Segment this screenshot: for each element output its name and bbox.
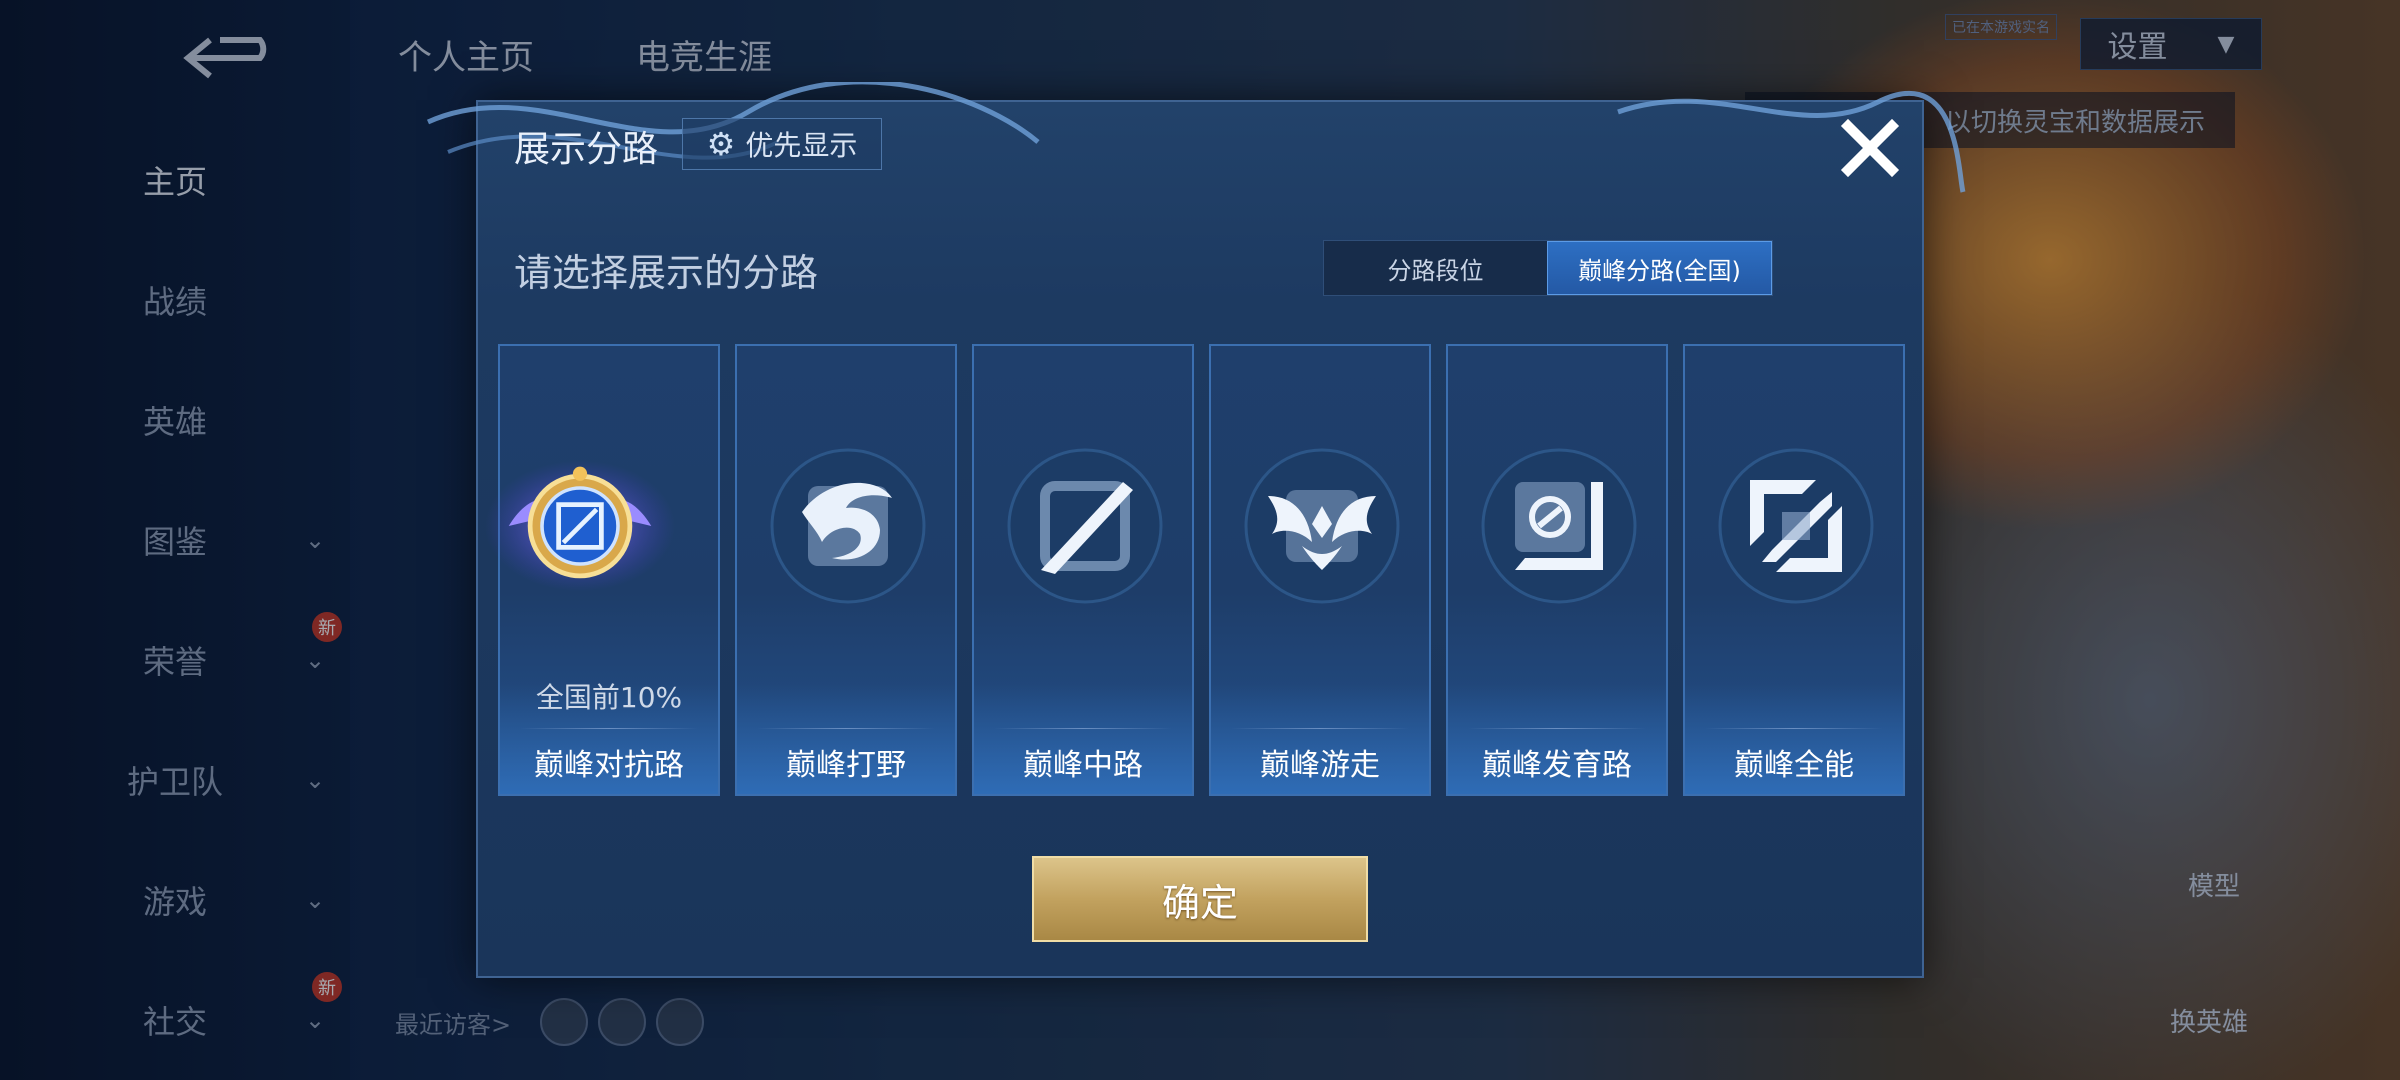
lane-card[interactable]: 巅峰中路: [972, 344, 1194, 796]
priority-label: 优先显示: [745, 129, 858, 162]
segment-peak-lane[interactable]: 巅峰分路(全国): [1547, 241, 1772, 295]
dialog-title: 展示分路: [514, 129, 659, 170]
card-divider: [1468, 728, 1646, 729]
lane-label: 巅峰对抗路: [534, 748, 684, 783]
jungle-dragon-icon: [770, 448, 926, 604]
lane-display-dialog: 展示分路 ⚙ 优先显示 请选择展示的分路 分路段位 巅峰分路(全国) 全国前10…: [426, 82, 1966, 978]
all-round-icon: [1718, 448, 1874, 604]
lane-mode-toggle: 分路段位 巅峰分路(全国): [1323, 240, 1773, 296]
card-divider: [520, 728, 698, 729]
lane-label: 巅峰中路: [1023, 748, 1143, 783]
lane-card[interactable]: 巅峰全能: [1683, 344, 1905, 796]
card-divider: [994, 728, 1172, 729]
lane-label: 巅峰游走: [1260, 748, 1380, 783]
card-divider: [1705, 728, 1883, 729]
card-divider: [1231, 728, 1409, 729]
lane-card[interactable]: 巅峰游走: [1209, 344, 1431, 796]
lane-label: 巅峰发育路: [1482, 748, 1632, 783]
rank-text: 全国前10%: [535, 681, 683, 714]
mid-lane-slash-icon: [1007, 448, 1163, 604]
roam-wings-icon: [1244, 448, 1400, 604]
farm-lane-icon: [1481, 448, 1637, 604]
gear-icon: ⚙: [706, 125, 736, 163]
lane-card[interactable]: 巅峰发育路: [1446, 344, 1668, 796]
priority-display-button[interactable]: ⚙ 优先显示: [682, 118, 882, 170]
lane-label: 巅峰打野: [786, 748, 906, 783]
lane-card-list: 全国前10% 巅峰对抗路 巅峰打野 巅峰中路 巅峰游走 巅峰发育路 巅峰全能: [485, 344, 1906, 796]
select-lane-prompt: 请选择展示的分路: [514, 251, 819, 295]
card-divider: [757, 728, 935, 729]
clash-lane-badge-icon: [485, 460, 675, 592]
segment-lane-rank[interactable]: 分路段位: [1324, 241, 1547, 295]
close-icon[interactable]: [1830, 108, 1910, 188]
lane-card[interactable]: 巅峰打野: [735, 344, 957, 796]
confirm-button[interactable]: 确定: [1032, 856, 1368, 942]
lane-card[interactable]: 全国前10% 巅峰对抗路: [485, 344, 720, 796]
lane-label: 巅峰全能: [1734, 748, 1854, 783]
